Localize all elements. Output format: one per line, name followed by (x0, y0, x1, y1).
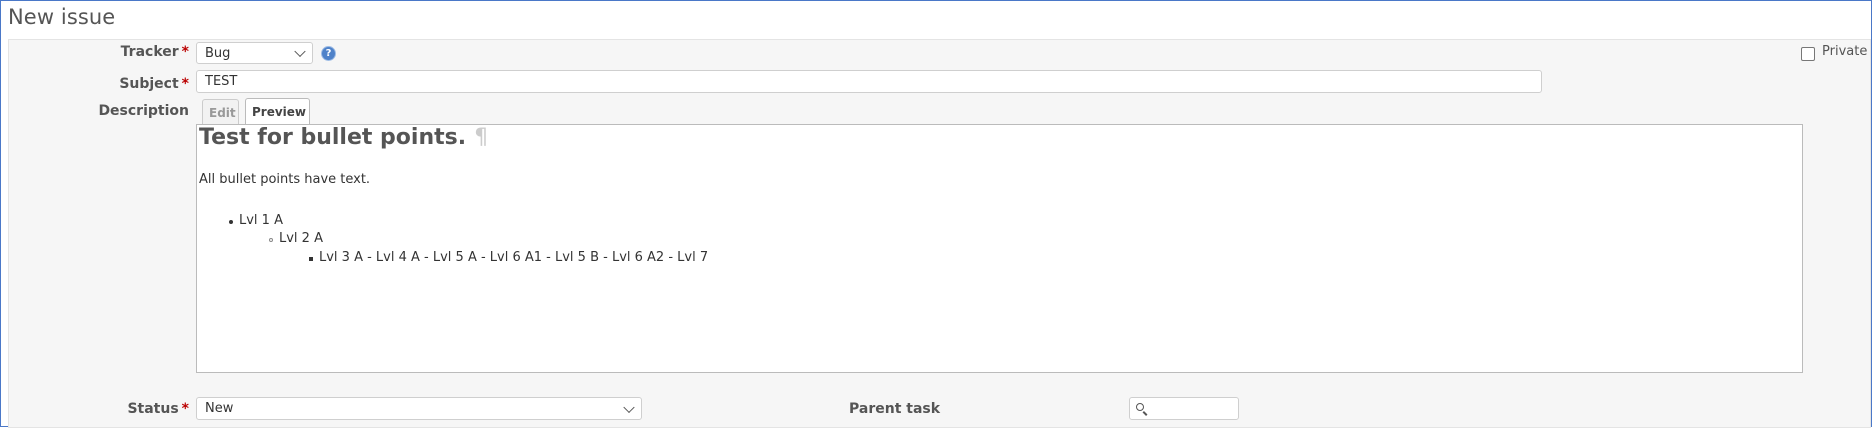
description-preview: Test for bullet points. ¶ All bullet poin… (196, 124, 1803, 373)
bullet-disc (229, 220, 233, 224)
tracker-label: Tracker * (120, 44, 189, 60)
pilcrow-anchor[interactable]: ¶ (474, 125, 488, 150)
issue-form: Tracker * Bug ? Private Subject * TEST Des… (8, 39, 1871, 428)
chevron-down-icon (623, 401, 635, 413)
description-label: Description (98, 103, 189, 119)
bullet-circle (269, 238, 273, 242)
subject-label: Subject * (119, 76, 189, 92)
tracker-select-value: Bug (205, 46, 231, 61)
status-label: Status * (127, 401, 189, 417)
help-icon[interactable]: ? (322, 47, 335, 60)
tab-preview[interactable]: Preview (245, 98, 310, 125)
private-checkbox[interactable] (1801, 47, 1815, 61)
preview-heading: Test for bullet points. ¶ (199, 125, 489, 150)
required-marker: * (181, 76, 189, 92)
subject-input[interactable]: TEST (196, 70, 1542, 93)
list-item: Lvl 3 A - Lvl 4 A - Lvl 5 A - Lvl 6 A1 -… (319, 250, 709, 265)
chevron-down-icon (294, 45, 306, 58)
subject-input-value: TEST (205, 74, 238, 89)
list-item: Lvl 2 A (279, 231, 323, 246)
search-icon (1136, 403, 1144, 411)
required-marker: * (181, 401, 189, 417)
parent-task-input[interactable] (1129, 397, 1239, 420)
private-label: Private (1822, 44, 1868, 59)
tab-edit[interactable]: Edit (202, 99, 239, 125)
required-marker: * (181, 44, 189, 60)
status-select[interactable]: New (196, 397, 642, 420)
preview-paragraph: All bullet points have text. (199, 172, 371, 187)
page-title: New issue (8, 5, 116, 29)
status-select-value: New (205, 401, 234, 416)
parent-task-label: Parent task (849, 401, 941, 417)
bullet-square (309, 257, 313, 261)
list-item: Lvl 1 A (239, 213, 283, 228)
tracker-select[interactable]: Bug (196, 42, 313, 64)
